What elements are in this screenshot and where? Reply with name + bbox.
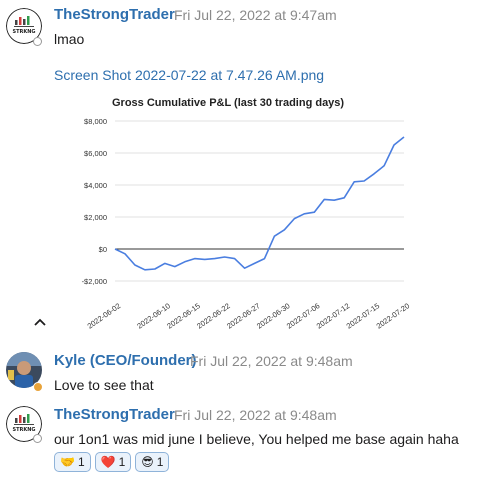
status-indicator-away (33, 382, 43, 392)
message-text: our 1on1 was mid june I believe, You hel… (54, 431, 459, 447)
status-indicator (33, 37, 42, 46)
reaction-count: 1 (77, 455, 85, 469)
y-tick-label: $4,000 (84, 181, 107, 190)
handshake-icon: 🤝 (60, 455, 75, 469)
heart-icon: ❤️ (100, 455, 116, 469)
author-name[interactable]: Kyle (CEO/Founder) (54, 352, 197, 369)
sunglasses-face-icon: 😎 (141, 455, 154, 469)
reaction-heart[interactable]: ❤️ 1 (94, 452, 132, 472)
message-text: lmao (54, 31, 85, 47)
reaction-sunglasses[interactable]: 😎 1 (135, 452, 170, 472)
author-name[interactable]: TheStrongTrader (54, 6, 175, 23)
y-tick-label: $8,000 (84, 117, 107, 126)
y-tick-label: -$2,000 (82, 277, 107, 286)
author-name[interactable]: TheStrongTrader (54, 406, 175, 423)
message-timestamp[interactable]: Fri Jul 22, 2022 at 9:47am (174, 7, 337, 23)
message-timestamp[interactable]: Fri Jul 22, 2022 at 9:48am (190, 353, 353, 369)
svg-text:STRKNG: STRKNG (12, 427, 35, 433)
svg-text:STRKNG: STRKNG (12, 29, 35, 35)
pnl-line-chart[interactable]: -$2,000 $0 $2,000 $4,000 $6,000 $8,000 2022-06… (68, 108, 468, 338)
attachment-filename-link[interactable]: Screen Shot 2022-07-22 at 7.47.26 AM.png (54, 67, 324, 83)
message-timestamp[interactable]: Fri Jul 22, 2022 at 9:48am (174, 407, 337, 423)
reaction-handshake[interactable]: 🤝 1 (54, 452, 91, 472)
y-tick-label: $2,000 (84, 213, 107, 222)
x-tick-label: 2022-07-20 (375, 301, 412, 330)
message-text: Love to see that (54, 377, 154, 393)
status-indicator (33, 434, 42, 443)
collapse-attachment-button[interactable] (34, 315, 46, 330)
chevron-up-icon (34, 318, 46, 326)
y-tick-label: $6,000 (84, 149, 107, 158)
y-tick-label: $0 (99, 245, 107, 254)
x-tick-label: 2022-06-02 (86, 301, 123, 330)
reaction-count: 1 (156, 455, 164, 469)
series-line (114, 136, 405, 271)
reaction-count: 1 (118, 455, 126, 469)
reactions-bar: 🤝 1 ❤️ 1 😎 1 (54, 452, 170, 472)
